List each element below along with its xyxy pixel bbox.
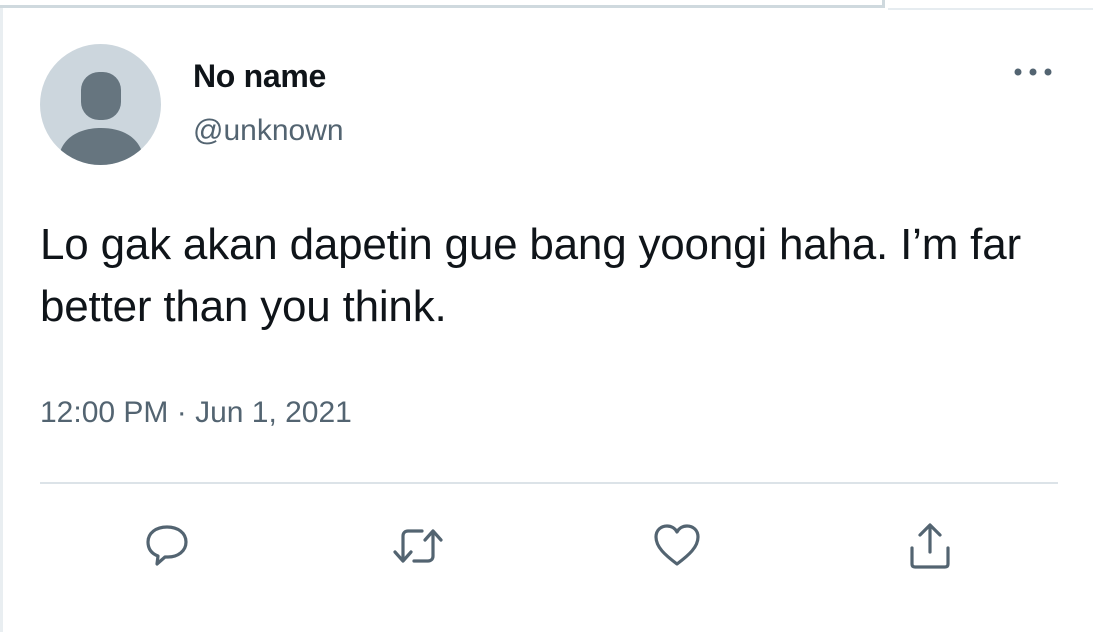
retweet-icon — [393, 529, 443, 563]
reply-icon — [146, 525, 188, 566]
more-options-button[interactable] — [1010, 60, 1056, 84]
author-handle[interactable]: @unknown — [193, 114, 344, 148]
share-button[interactable] — [898, 514, 962, 578]
default-avatar-icon — [58, 72, 144, 165]
avatar[interactable] — [40, 44, 161, 165]
tweet-text: Lo gak akan dapetin gue bang yoongi haha… — [40, 220, 1021, 331]
more-dots-icon — [1014, 68, 1052, 76]
reply-button[interactable] — [135, 514, 199, 578]
tweet-timestamp[interactable]: 12:00 PM · Jun 1, 2021 — [40, 396, 352, 430]
author-display-name[interactable]: No name — [193, 58, 326, 95]
tweet-card: No name @unknown Lo gak akan dapetin gue… — [0, 0, 1093, 632]
top-border-right — [888, 8, 1093, 10]
divider — [40, 482, 1058, 484]
retweet-button[interactable] — [386, 514, 450, 578]
top-border — [0, 0, 885, 8]
left-border — [0, 8, 3, 632]
share-icon — [910, 523, 950, 569]
heart-icon — [654, 524, 700, 566]
like-button[interactable] — [645, 514, 709, 578]
